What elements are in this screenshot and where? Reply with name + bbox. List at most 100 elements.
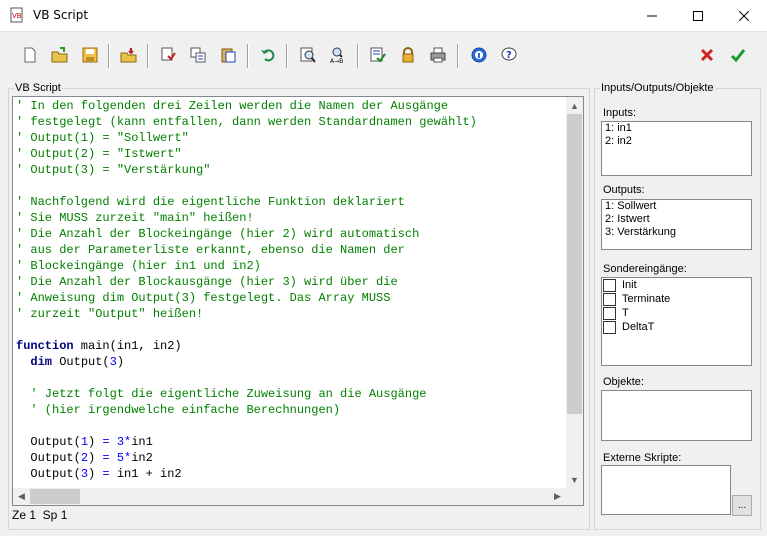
scroll-right-icon[interactable]: ▶ [549,488,566,505]
horizontal-scroll-thumb[interactable] [30,489,80,504]
code-token: = [102,467,110,481]
paste-block-button[interactable] [216,43,240,67]
code-line[interactable]: ' (hier irgendwelche einfache Berechnung… [16,402,566,418]
scroll-left-icon[interactable]: ◀ [13,488,30,505]
save-button[interactable] [78,43,102,67]
code-token: ' festgelegt (kann entfallen, dann werde… [16,115,477,129]
code-line[interactable] [16,370,566,386]
toolbar-separator [147,44,149,68]
code-line[interactable]: ' Sie MUSS zurzeit "main" heißen! [16,210,566,226]
objects-list[interactable] [601,390,752,441]
checkbox-t[interactable]: T [602,306,751,320]
maximize-button[interactable] [675,0,721,31]
code-token: ' Nachfolgend wird die eigentliche Funkt… [16,195,405,209]
code-token: ) [116,355,125,369]
browse-scripts-button[interactable]: ... [732,495,752,516]
outputs-list[interactable]: 1: Sollwert 2: Istwert 3: Verstärkung [601,199,752,250]
scroll-up-icon[interactable]: ▲ [566,97,583,114]
list-item[interactable]: 3: Verstärkung [602,226,751,239]
code-token: main(in1, in2) [73,339,182,353]
code-line[interactable]: ' zurzeit "Output" heißen! [16,306,566,322]
toolbar-separator [247,44,249,68]
code-line[interactable]: ' Output(1) = "Sollwert" [16,130,566,146]
code-line[interactable] [16,322,566,338]
checkbox-box[interactable] [603,278,616,292]
cursor-position: Ze 1 Sp 1 [12,508,68,522]
horizontal-scrollbar[interactable]: ◀ ▶ [13,488,566,505]
checkbox-box[interactable] [603,306,616,320]
list-item[interactable]: 2: Istwert [602,213,751,226]
status-bar: Ze 1 Sp 1 [12,508,582,525]
check-syntax-button[interactable] [366,43,390,67]
minimize-icon [647,15,657,16]
list-item[interactable]: 1: Sollwert [602,200,751,213]
code-line[interactable]: ' aus der Parameterliste erkannt, ebenso… [16,242,566,258]
inputs-list[interactable]: 1: in1 2: in2 [601,121,752,176]
code-token: ' Sie MUSS zurzeit "main" heißen! [16,211,254,225]
code-line[interactable]: ' festgelegt (kann entfallen, dann werde… [16,114,566,130]
search-button[interactable] [296,43,320,67]
help-button[interactable]: ? [497,43,521,67]
code-line[interactable]: ' Anweisung dim Output(3) festgelegt. Da… [16,290,566,306]
vertical-scrollbar[interactable]: ▲ ▼ [566,97,583,488]
undo-button[interactable] [256,43,280,67]
close-button[interactable] [721,0,767,31]
code-token: 2 [80,451,89,465]
code-line[interactable] [16,418,566,434]
new-file-button[interactable] [18,43,42,67]
ok-button[interactable] [726,43,750,67]
vertical-scroll-thumb[interactable] [567,114,582,414]
minimize-button[interactable] [629,0,675,31]
special-inputs-list[interactable]: Init Terminate T DeltaT [601,277,752,366]
undo-icon [261,49,275,62]
print-button[interactable] [426,43,450,67]
code-text[interactable]: ' In den folgenden drei Zeilen werden di… [16,98,566,488]
title-bar: VB VB Script [0,0,767,32]
code-line[interactable]: ' In den folgenden drei Zeilen werden di… [16,98,566,114]
code-line[interactable]: Output(3) = in1 + in2 [16,466,566,482]
list-item[interactable]: 2: in2 [602,135,751,148]
checkbox-box[interactable] [603,292,616,306]
open-file-button[interactable] [48,43,72,67]
code-line[interactable]: function main(in1, in2) [16,338,566,354]
code-token: ' In den folgenden drei Zeilen werden di… [16,99,449,113]
lock-button[interactable] [396,43,420,67]
open-file-icon [51,47,68,63]
cancel-button[interactable] [695,43,719,67]
code-line[interactable]: ' Die Anzahl der Blockausgänge (hier 3) … [16,274,566,290]
code-editor[interactable]: ' In den folgenden drei Zeilen werden di… [12,96,584,506]
code-line[interactable]: dim Output(3) [16,354,566,370]
import-button[interactable] [117,43,141,67]
replace-button[interactable]: A→B [326,43,350,67]
checkbox-init[interactable]: Init [602,278,751,292]
code-token: ' Output(2) = "Istwert" [16,147,182,161]
code-line[interactable]: ' Nachfolgend wird die eigentliche Funkt… [16,194,566,210]
code-line[interactable] [16,178,566,194]
checkbox-terminate[interactable]: Terminate [602,292,751,306]
scroll-down-icon[interactable]: ▼ [566,471,583,488]
checkbox-deltat[interactable]: DeltaT [602,320,751,334]
external-scripts-list[interactable] [601,465,731,515]
checkbox-label: T [622,306,629,319]
vbscript-app-icon: VB [10,7,23,23]
code-line[interactable]: ' Blockeingänge (hier in1 und in2) [16,258,566,274]
variables-button[interactable] [186,43,210,67]
code-line[interactable]: ' Output(2) = "Istwert" [16,146,566,162]
code-token: ' Output(1) = "Sollwert" [16,131,189,145]
check-icon [370,47,386,63]
code-line[interactable]: ' Die Anzahl der Blockeingänge (hier 2) … [16,226,566,242]
code-token: dim [30,355,53,369]
code-line[interactable]: ' Output(3) = "Verstärkung" [16,162,566,178]
code-line[interactable]: Output(2) = 5*in2 [16,450,566,466]
code-line[interactable]: Output(1) = 3*in1 [16,434,566,450]
checkbox-box[interactable] [603,320,616,334]
info-button[interactable] [467,43,491,67]
code-token: 1 [80,435,89,449]
code-line[interactable]: ' Jetzt folgt die eigentliche Zuweisung … [16,386,566,402]
list-item[interactable]: 1: in1 [602,122,751,135]
help-icon: ? [501,47,517,61]
test-button[interactable] [156,43,180,67]
code-token: Output( [52,355,110,369]
